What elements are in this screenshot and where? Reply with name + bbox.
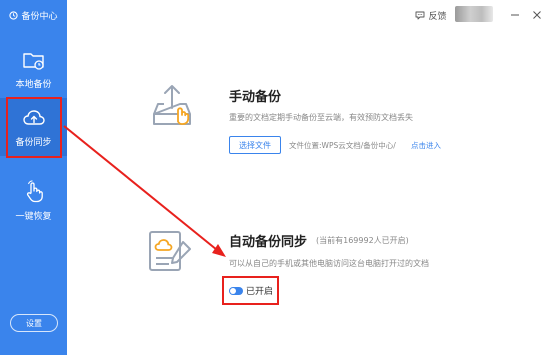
folder-clock-icon (22, 53, 44, 70)
manual-backup-description: 重要的文档定期手动备份至云端，有效预防文档丢失 (229, 113, 413, 122)
sidebar: 备份中心 本地备份 备份同步 一键恢复 设置 (0, 0, 67, 355)
hand-pointer-icon (26, 180, 43, 203)
sidebar-item-local-backup[interactable]: 本地备份 (0, 40, 67, 98)
sidebar-item-one-click-restore[interactable]: 一键恢复 (0, 172, 67, 230)
auto-sync-user-count: (当前有169992人已开启) (316, 236, 409, 245)
upload-tray-icon (153, 85, 191, 125)
settings-button[interactable]: 设置 (10, 314, 58, 332)
chat-bubble-icon (416, 11, 425, 20)
auto-sync-description: 可以从自己的手机或其他电脑访问这台电脑打开过的文档 (229, 259, 429, 268)
annotation-box-sidebar (6, 97, 62, 158)
sidebar-item-label: 本地备份 (15, 80, 52, 90)
annotation-box-toggle (222, 276, 279, 305)
manual-backup-title: 手动备份 (229, 90, 282, 105)
feedback-label: 反馈 (428, 11, 447, 22)
feedback-button[interactable]: 反馈 (414, 6, 448, 24)
minimize-button[interactable] (508, 6, 522, 24)
minimize-icon (511, 14, 519, 16)
close-button[interactable] (530, 6, 544, 24)
file-location-text: 文件位置:WPS云文档/备份中心/ (289, 141, 396, 150)
backup-center-window: 备份中心 本地备份 备份同步 一键恢复 设置 反馈 手动备份 重要的文档定期手动… (0, 0, 553, 355)
sidebar-item-label: 一键恢复 (15, 212, 52, 222)
app-title-text: 备份中心 (21, 11, 58, 22)
close-icon (533, 11, 541, 19)
enter-folder-link[interactable]: 点击进入 (411, 140, 441, 151)
user-avatar[interactable] (455, 6, 493, 22)
app-logo-icon (9, 10, 19, 20)
auto-sync-title: 自动备份同步 (229, 235, 308, 250)
choose-file-button[interactable]: 选择文件 (229, 136, 281, 154)
cloud-document-icon (149, 231, 191, 271)
app-title: 备份中心 (0, 0, 67, 30)
